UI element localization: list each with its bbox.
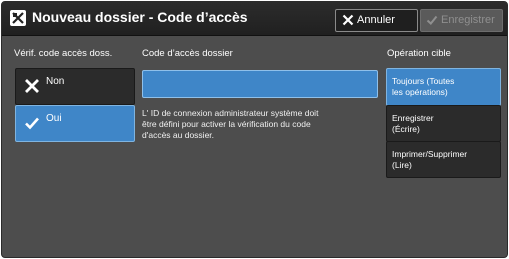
cancel-button-label: Annuler [357, 14, 395, 26]
checkmark-icon [25, 117, 39, 130]
info-line: être défini pour activer la vérification… [142, 119, 311, 129]
target-option-label: les opérations) [392, 86, 448, 97]
target-option-label: Toujours (Toutes [392, 76, 455, 86]
cancel-button[interactable]: Annuler [335, 9, 418, 32]
target-option-write[interactable]: Enregistrer (Écrire) [386, 105, 501, 142]
checkmark-icon [426, 15, 438, 25]
title-bar: Nouveau dossier - Code d’accès Annuler E… [2, 2, 507, 36]
close-icon [342, 14, 354, 26]
target-heading: Opération cible [387, 48, 451, 59]
x-icon [25, 79, 39, 93]
option-oui-label: Oui [46, 113, 62, 124]
target-option-label: (Lire) [392, 159, 412, 170]
save-button[interactable]: Enregistrer [420, 9, 503, 32]
target-option-label: (Écrire) [392, 123, 420, 134]
folder-lock-icon [10, 10, 26, 26]
target-option-always[interactable]: Toujours (Toutes les opérations) [386, 68, 501, 106]
dialog-title: Nouveau dossier - Code d’accès [32, 9, 248, 25]
target-option-label: Imprimer/Supprimer [392, 149, 468, 159]
option-non[interactable]: Non [15, 68, 135, 105]
info-line: d'accès au dossier. [142, 130, 215, 140]
passcode-heading: Code d’accès dossier [142, 48, 233, 59]
info-message: L' ID de connexion administrateur systèm… [142, 108, 376, 141]
verify-heading: Vérif. code accès doss. [14, 48, 113, 59]
dialog-window: Nouveau dossier - Code d’accès Annuler E… [1, 1, 508, 258]
target-option-read[interactable]: Imprimer/Supprimer (Lire) [386, 141, 501, 178]
option-non-label: Non [46, 76, 65, 87]
option-oui[interactable]: Oui [15, 105, 135, 142]
target-option-label: Enregistrer [392, 113, 434, 123]
info-line: L' ID de connexion administrateur systèm… [142, 108, 319, 118]
passcode-input[interactable] [142, 70, 378, 98]
save-button-label: Enregistrer [441, 14, 495, 26]
